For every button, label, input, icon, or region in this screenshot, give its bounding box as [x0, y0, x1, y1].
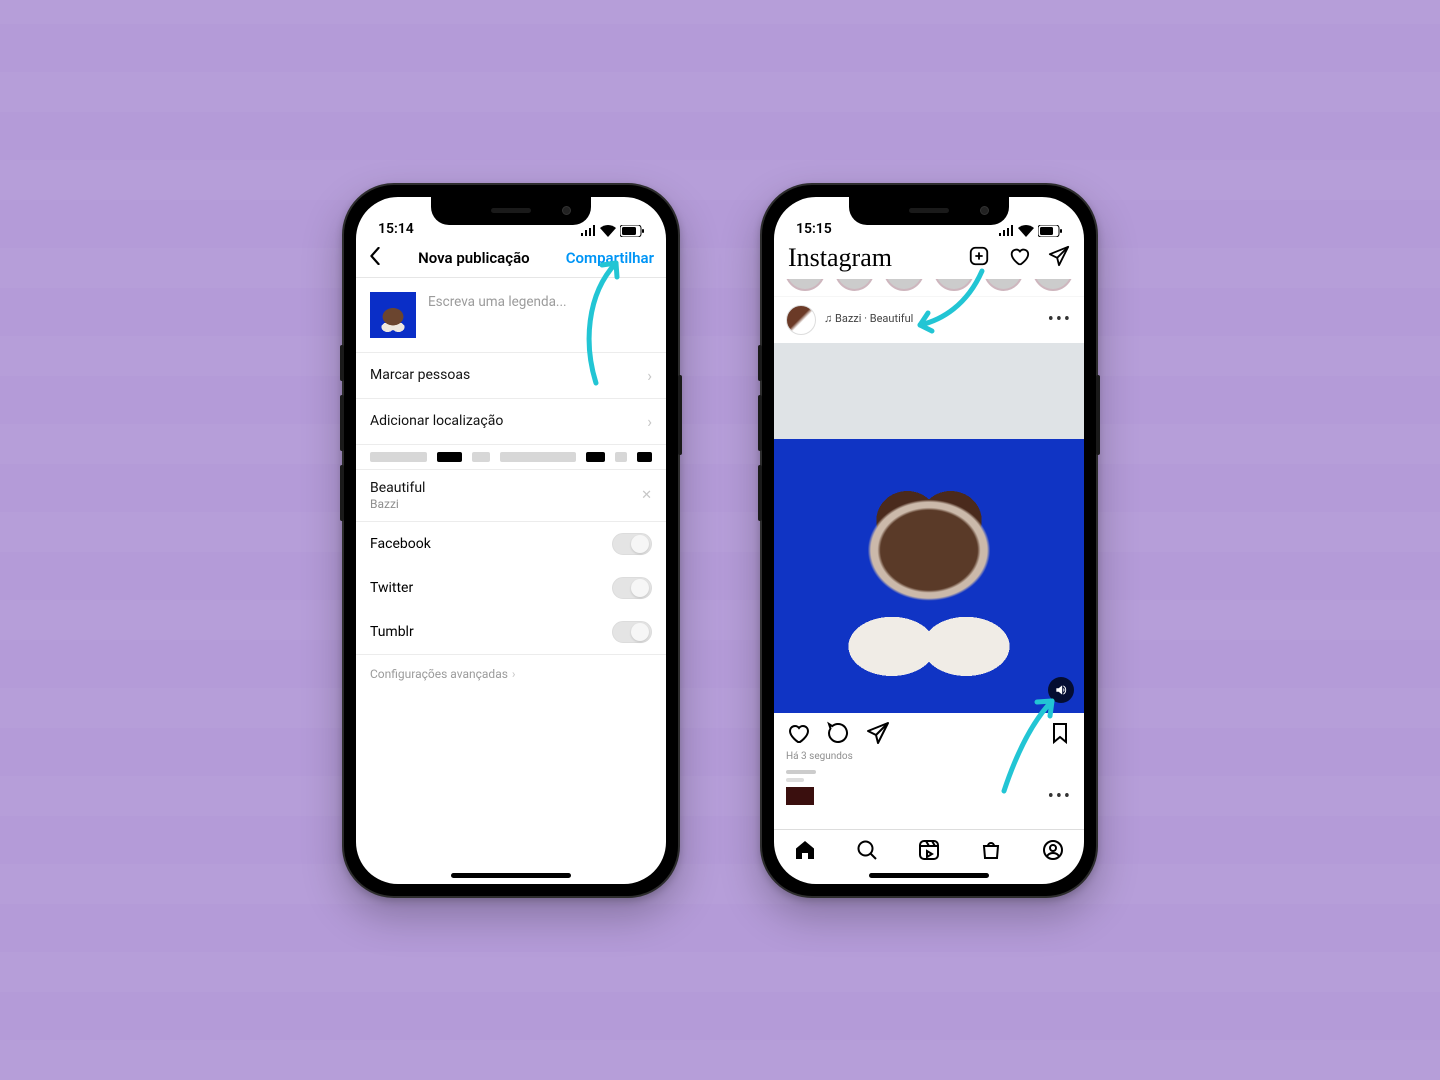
battery-icon: [1038, 225, 1062, 237]
post-header: ♫ Bazzi · Beautiful •••: [774, 297, 1084, 343]
battery-icon: [620, 225, 644, 237]
post-timestamp: Há 3 segundos: [774, 751, 1084, 770]
post-thumbnail[interactable]: [370, 292, 416, 338]
tab-profile[interactable]: [1041, 838, 1065, 866]
post-more-button[interactable]: •••: [1048, 309, 1072, 330]
sound-toggle-button[interactable]: [1048, 677, 1074, 703]
phone-right: 15:15 Instagram ♫ Bazzi · Beautiful •: [760, 183, 1098, 898]
new-post-button[interactable]: [968, 245, 990, 271]
tag-people-row[interactable]: Marcar pessoas ›: [356, 352, 666, 398]
remove-music-button[interactable]: ✕: [641, 488, 652, 503]
row-label: Marcar pessoas: [370, 367, 470, 383]
home-indicator[interactable]: [869, 873, 989, 878]
row-label: Adicionar localização: [370, 413, 503, 429]
twitter-toggle[interactable]: [612, 577, 652, 599]
status-time: 15:15: [796, 221, 832, 237]
home-indicator[interactable]: [451, 873, 571, 878]
post-image[interactable]: [774, 343, 1084, 713]
next-post-header: •••: [774, 782, 1084, 807]
tab-reels[interactable]: [917, 838, 941, 866]
post-avatar[interactable]: [786, 305, 816, 335]
cellular-icon: [580, 225, 596, 236]
caption-input[interactable]: Escreva uma legenda...: [428, 292, 652, 338]
tab-search[interactable]: [855, 838, 879, 866]
share-label: Tumblr: [370, 624, 414, 640]
music-artist: Bazzi: [370, 497, 652, 511]
notch: [431, 197, 591, 225]
next-post-more-button[interactable]: •••: [1048, 786, 1072, 807]
like-button[interactable]: [786, 721, 810, 749]
phone-left: 15:14 Nova publicação Compartilhar Escre…: [342, 183, 680, 898]
tab-home[interactable]: [793, 838, 817, 866]
chevron-right-icon: ›: [647, 366, 652, 385]
add-location-row[interactable]: Adicionar localização ›: [356, 398, 666, 444]
share-post-button[interactable]: [866, 721, 890, 749]
share-label: Twitter: [370, 580, 413, 596]
advanced-settings-row[interactable]: Configurações avançadas ›: [356, 654, 666, 693]
chevron-right-icon: ›: [512, 667, 516, 681]
nav-bar: Nova publicação Compartilhar: [356, 239, 666, 278]
comment-button[interactable]: [826, 721, 850, 749]
share-target-facebook: Facebook: [356, 522, 666, 566]
tab-shop[interactable]: [979, 838, 1003, 866]
share-target-twitter: Twitter: [356, 566, 666, 610]
row-label: Configurações avançadas: [370, 667, 508, 681]
back-button[interactable]: [368, 247, 382, 269]
cellular-icon: [998, 225, 1014, 236]
chevron-right-icon: ›: [647, 412, 652, 431]
wifi-icon: [1018, 225, 1034, 237]
nav-title: Nova publicação: [418, 249, 529, 267]
share-label: Facebook: [370, 536, 431, 552]
tumblr-toggle[interactable]: [612, 621, 652, 643]
caption-row: Escreva uma legenda...: [356, 278, 666, 352]
location-suggestions[interactable]: [356, 444, 666, 470]
activity-button[interactable]: [1008, 245, 1030, 271]
wifi-icon: [600, 225, 616, 237]
facebook-toggle[interactable]: [612, 533, 652, 555]
post-actions: [774, 713, 1084, 751]
share-button[interactable]: Compartilhar: [566, 249, 654, 267]
save-button[interactable]: [1048, 721, 1072, 749]
next-post-thumbnail[interactable]: [786, 787, 814, 805]
notch: [849, 197, 1009, 225]
share-target-tumblr: Tumblr: [356, 610, 666, 654]
status-time: 15:14: [378, 221, 414, 237]
post-music-line[interactable]: ♫ Bazzi · Beautiful: [824, 313, 913, 326]
messages-button[interactable]: [1048, 245, 1070, 271]
instagram-logo[interactable]: Instagram: [788, 243, 892, 273]
music-title: Beautiful: [370, 480, 652, 496]
instagram-header: Instagram: [774, 239, 1084, 279]
stories-tray[interactable]: [774, 279, 1084, 297]
music-row[interactable]: Beautiful Bazzi ✕: [356, 470, 666, 522]
